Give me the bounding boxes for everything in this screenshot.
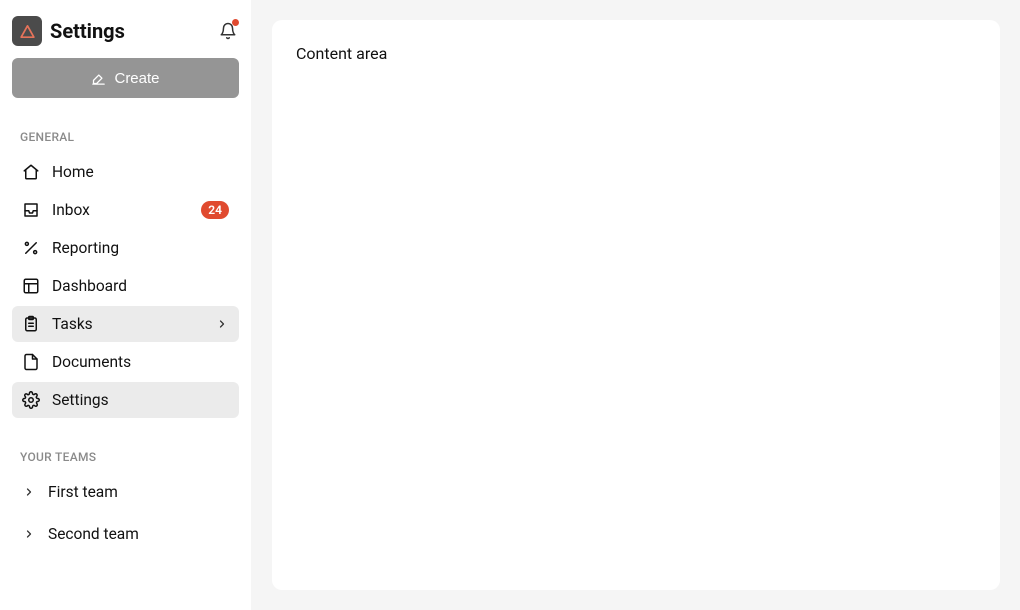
section-label-general: GENERAL <box>12 122 239 154</box>
nav-item-tasks[interactable]: Tasks <box>12 306 239 342</box>
nav-item-inbox[interactable]: Inbox 24 <box>12 192 239 228</box>
nav-item-label: Home <box>52 163 229 181</box>
nav-item-label: Inbox <box>52 201 189 219</box>
layout-icon <box>22 277 40 295</box>
sidebar: Settings Create GENERAL <box>0 0 252 610</box>
nav-item-documents[interactable]: Documents <box>12 344 239 380</box>
content-card: Content area <box>272 20 1000 590</box>
notification-dot-icon <box>232 19 239 26</box>
gear-icon <box>22 391 40 409</box>
percent-icon <box>22 239 40 257</box>
chevron-right-icon <box>22 485 36 499</box>
create-button-label: Create <box>114 70 159 87</box>
nav-item-label: Documents <box>52 353 229 371</box>
nav-item-dashboard[interactable]: Dashboard <box>12 268 239 304</box>
file-icon <box>22 353 40 371</box>
nav-item-settings[interactable]: Settings <box>12 382 239 418</box>
sidebar-header: Settings <box>12 12 239 58</box>
create-button[interactable]: Create <box>12 58 239 98</box>
inbox-icon <box>22 201 40 219</box>
app-logo-icon <box>12 16 42 46</box>
edit-pencil-icon <box>91 71 106 86</box>
chevron-right-icon <box>215 317 229 331</box>
chevron-right-icon <box>22 527 36 541</box>
nav-item-label: Reporting <box>52 239 229 257</box>
nav-item-label: Dashboard <box>52 277 229 295</box>
home-icon <box>22 163 40 181</box>
clipboard-icon <box>22 315 40 333</box>
page-title: Settings <box>50 19 125 43</box>
nav-item-label: Settings <box>52 391 229 409</box>
team-item-label: Second team <box>48 525 139 543</box>
brand[interactable]: Settings <box>12 16 125 46</box>
inbox-badge: 24 <box>201 201 229 219</box>
nav-item-reporting[interactable]: Reporting <box>12 230 239 266</box>
main-content: Content area <box>252 0 1020 610</box>
team-item-first[interactable]: First team <box>12 474 239 510</box>
notifications-button[interactable] <box>217 20 239 42</box>
team-item-label: First team <box>48 483 118 501</box>
nav-item-label: Tasks <box>52 315 203 333</box>
team-item-second[interactable]: Second team <box>12 516 239 552</box>
nav-item-home[interactable]: Home <box>12 154 239 190</box>
section-label-teams: YOUR TEAMS <box>12 442 239 474</box>
content-text: Content area <box>296 44 976 63</box>
